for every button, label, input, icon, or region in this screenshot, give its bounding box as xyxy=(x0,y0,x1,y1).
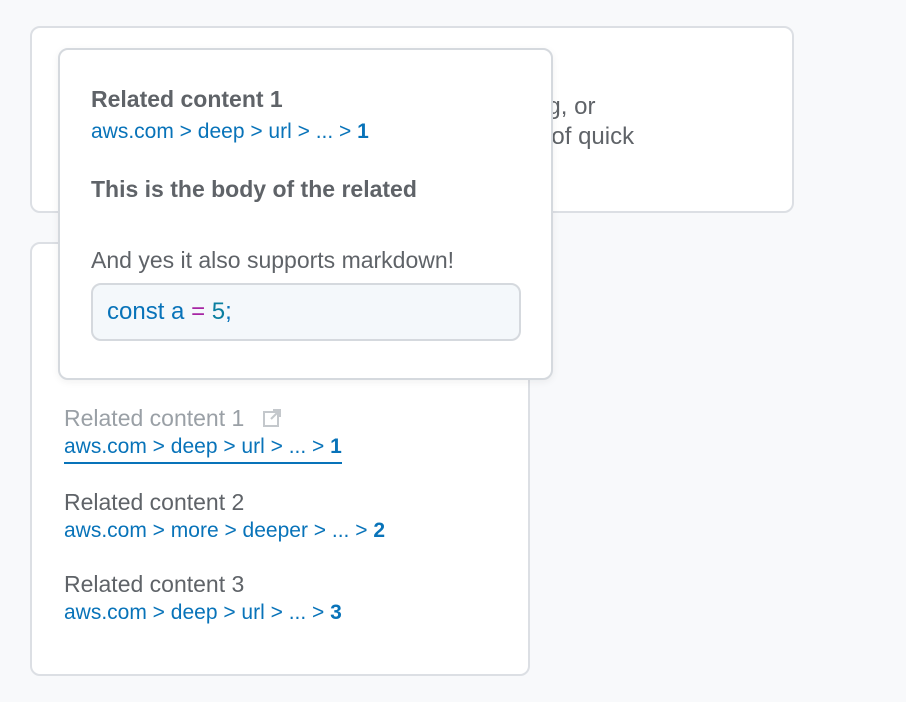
crumb-path: aws.com > more > deeper > ... > xyxy=(64,519,374,542)
code-number: 5 xyxy=(211,298,226,325)
crumb-path: aws.com > deep > url > ... > xyxy=(91,120,358,143)
crumb-last: 2 xyxy=(373,519,386,542)
related-item-title: Related content 1 xyxy=(64,404,508,432)
related-item-link-1[interactable]: aws.com > deep > url > ... > 1 xyxy=(64,432,342,464)
popover-breadcrumb-link[interactable]: aws.com > deep > url > ... > 1 xyxy=(91,120,369,144)
list-item: Related content 3 aws.com > deep > url >… xyxy=(64,570,508,628)
popover-body-text: And yes it also supports markdown! xyxy=(91,247,455,273)
related-content-list: Related content 1 aws.com > deep > url >… xyxy=(64,404,508,652)
code-keyword: const xyxy=(107,298,165,325)
code-terminator: ; xyxy=(225,298,232,325)
related-content-popover: Related content 1 aws.com > deep > url >… xyxy=(58,48,553,380)
external-link-icon[interactable] xyxy=(262,408,282,428)
related-item-title: Related content 3 xyxy=(64,571,245,597)
crumb-last: 1 xyxy=(330,435,342,458)
code-operator: = xyxy=(191,298,206,325)
popover-title: Related content 1 xyxy=(91,86,283,112)
code-block: const a = 5; xyxy=(91,283,521,341)
code-identifier: a xyxy=(171,298,185,325)
crumb-path: aws.com > deep > url > ... > xyxy=(64,435,331,458)
crumb-last: 3 xyxy=(330,601,342,624)
related-item-link-3[interactable]: aws.com > deep > url > ... > 3 xyxy=(64,598,342,628)
crumb-last: 1 xyxy=(357,120,369,143)
related-item-link-2[interactable]: aws.com > more > deeper > ... > 2 xyxy=(64,516,385,546)
list-item: Related content 1 aws.com > deep > url >… xyxy=(64,404,508,464)
crumb-path: aws.com > deep > url > ... > xyxy=(64,601,331,624)
popover-body-heading: This is the body of the related xyxy=(91,176,417,202)
list-item: Related content 2 aws.com > more > deepe… xyxy=(64,488,508,546)
related-item-title-text: Related content 1 xyxy=(64,405,245,431)
related-item-title: Related content 2 xyxy=(64,489,245,515)
